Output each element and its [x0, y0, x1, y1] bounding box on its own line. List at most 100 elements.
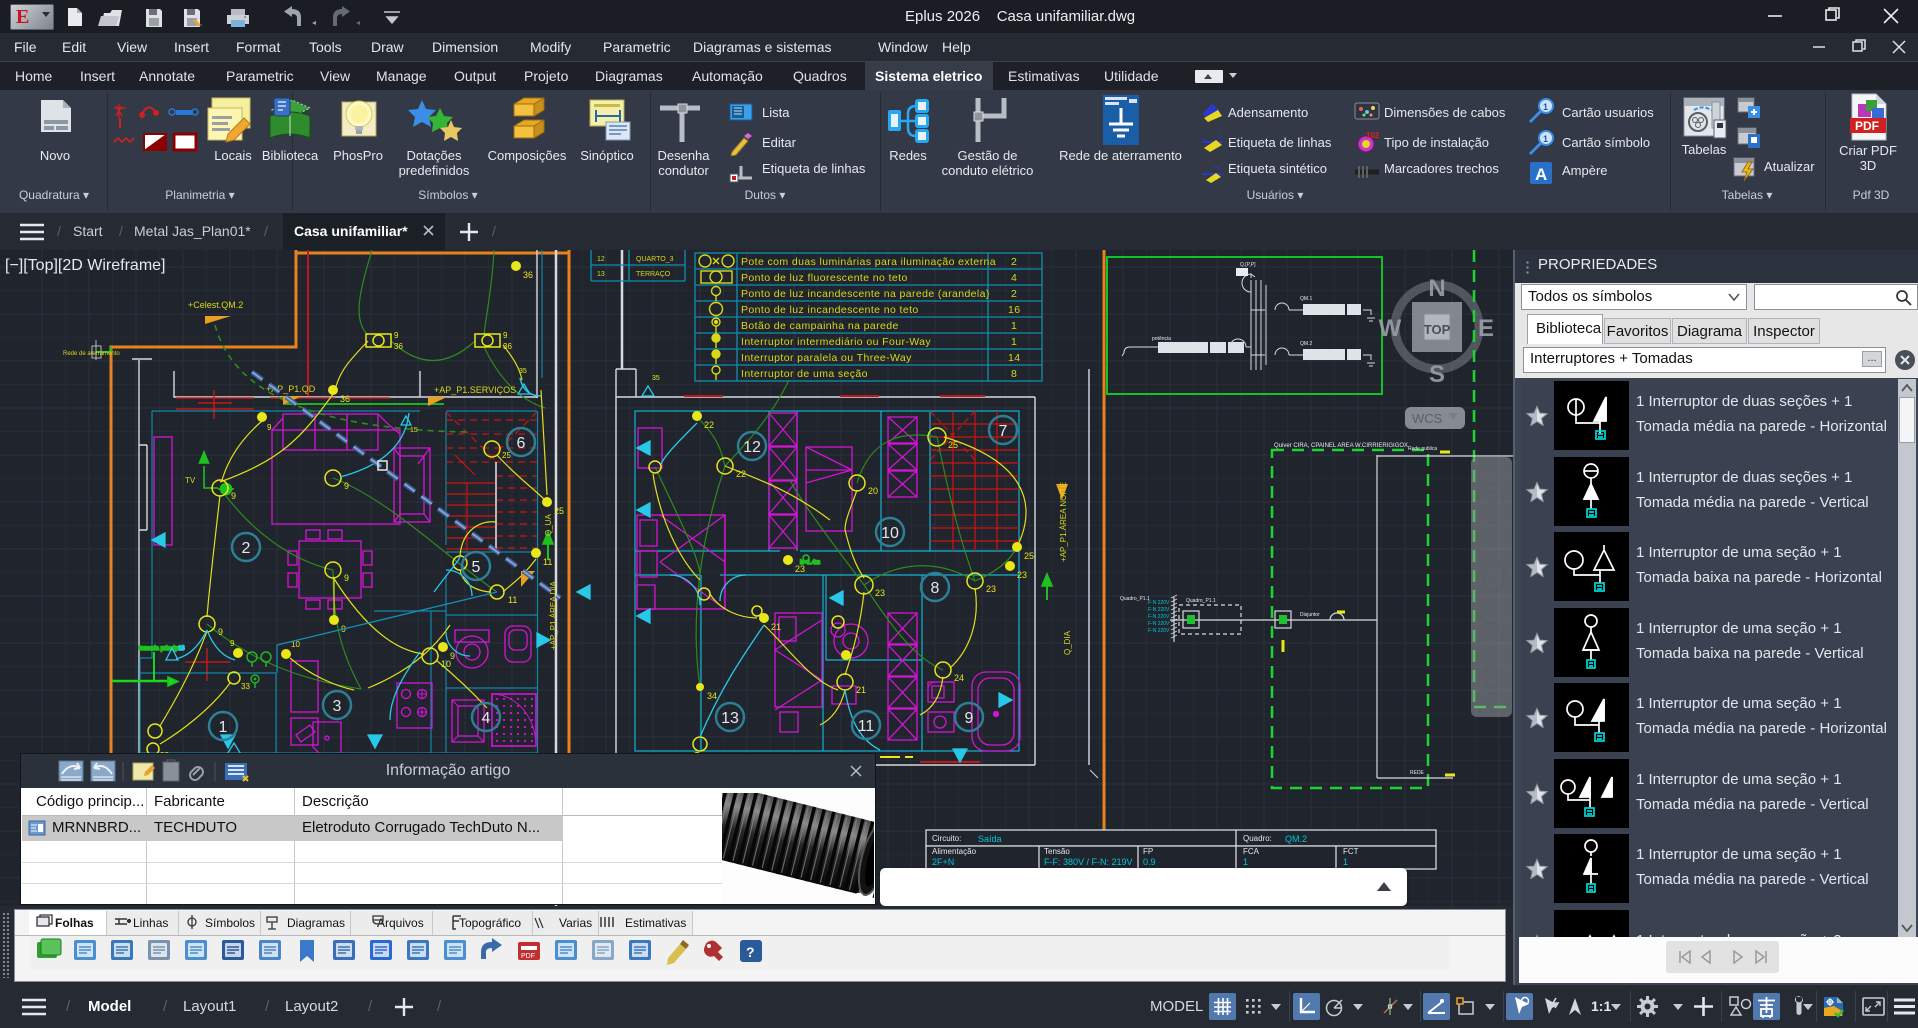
svg-text:TERRAÇO: TERRAÇO: [636, 271, 671, 278]
svg-text:9: 9: [965, 710, 974, 727]
svg-text:1: 1: [1011, 336, 1017, 348]
svg-text:Pote com duas luminárias p: Pote com duas luminárias para iluminação…: [741, 256, 996, 268]
svg-text:TOP: TOP: [1424, 322, 1451, 337]
svg-text:4: 4: [1011, 272, 1017, 284]
svg-text:TV: TV: [185, 476, 196, 485]
svg-text:9: 9: [231, 491, 236, 501]
svg-text:23: 23: [986, 584, 996, 594]
svg-text:Rede de aterramento: Rede de aterramento: [63, 351, 120, 357]
svg-text:34: 34: [707, 691, 717, 701]
svg-text:Quadro_P1.1: Quadro_P1.1: [1120, 596, 1150, 602]
svg-text:E: E: [1478, 315, 1494, 342]
svg-text:Rede publica: Rede publica: [1408, 446, 1437, 452]
svg-text:8: 8: [1011, 368, 1017, 380]
svg-text:33: 33: [241, 682, 250, 691]
svg-text:0.9: 0.9: [1143, 857, 1156, 867]
svg-text:1: 1: [1543, 134, 1548, 144]
svg-text:Botão de campainha na pare: Botão de campainha na parede: [741, 320, 899, 332]
svg-text:Ponto de luz fluorescente: Ponto de luz fluorescente no teto: [741, 272, 908, 284]
svg-text:25: 25: [554, 506, 564, 516]
svg-text:F-N 220V: F-N 220V: [1148, 607, 1170, 613]
svg-text:7: 7: [999, 423, 1008, 440]
svg-text:N: N: [1428, 275, 1445, 302]
svg-text:10: 10: [881, 525, 899, 542]
svg-text:15: 15: [410, 427, 418, 434]
svg-text:9: 9: [344, 573, 349, 583]
svg-text:Ponto de luz incandescente: Ponto de luz incandescente na parede (ar…: [741, 288, 990, 300]
svg-text:16: 16: [1008, 304, 1020, 316]
svg-text:23: 23: [795, 564, 805, 574]
svg-text:+AP_P1.SERVIÇOS: +AP_P1.SERVIÇOS: [434, 385, 516, 395]
svg-text:Quadro_P1.1: Quadro_P1.1: [1186, 598, 1216, 604]
svg-text:25: 25: [948, 440, 958, 450]
svg-text:23: 23: [875, 588, 885, 598]
svg-text:+AP_P1.ÁREA NOITE: +AP_P1.ÁREA NOITE: [1059, 482, 1068, 562]
svg-text:FP: FP: [1143, 847, 1153, 856]
svg-text:14: 14: [1008, 352, 1020, 364]
svg-text:Q_DIA: Q_DIA: [1063, 630, 1072, 655]
svg-text:9: 9: [394, 331, 399, 340]
svg-text:8: 8: [931, 580, 940, 597]
svg-text:9: 9: [267, 423, 272, 432]
svg-text:36: 36: [503, 342, 512, 351]
svg-text:23: 23: [1017, 570, 1027, 580]
svg-text:tomada principal: tomada principal: [139, 646, 183, 652]
svg-text:35: 35: [519, 368, 527, 375]
svg-text:2: 2: [242, 540, 251, 557]
svg-text:1: 1: [1011, 320, 1017, 332]
svg-text:13: 13: [597, 271, 605, 278]
svg-text:PDF: PDF: [1855, 119, 1879, 133]
svg-text:36: 36: [523, 270, 533, 280]
svg-text:1: 1: [1343, 857, 1348, 867]
svg-text:9: 9: [344, 481, 349, 491]
svg-text:Saída: Saída: [978, 834, 1002, 844]
svg-text:11: 11: [858, 718, 875, 735]
svg-text:22: 22: [704, 420, 714, 430]
svg-text:2F+N: 2F+N: [932, 857, 954, 867]
svg-text:PDF: PDF: [521, 953, 535, 960]
svg-text:9: 9: [218, 627, 223, 637]
svg-text:REDE: REDE: [1410, 770, 1425, 776]
svg-text:potência: potência: [1152, 336, 1171, 342]
svg-text:1: 1: [1243, 857, 1248, 867]
svg-text:21: 21: [856, 685, 866, 695]
svg-text:+Celest.QM.2: +Celest.QM.2: [188, 300, 243, 310]
svg-text:2: 2: [1011, 256, 1017, 268]
svg-text:Quadro:: Quadro:: [1243, 834, 1272, 843]
svg-text:Interruptor paralela ou Thr: Interruptor paralela ou Three-Way: [741, 352, 912, 364]
svg-text:QM.2: QM.2: [1300, 341, 1312, 347]
svg-text:35: 35: [652, 375, 660, 382]
svg-text:9: 9: [230, 639, 235, 648]
svg-text:QUARTO_3: QUARTO_3: [636, 256, 674, 263]
svg-text:Circuito:: Circuito:: [932, 834, 961, 843]
svg-text:Ponto de luz incandescente: Ponto de luz incandescente no teto: [741, 304, 919, 316]
svg-text:W: W: [1379, 315, 1402, 342]
svg-text:5: 5: [472, 559, 481, 576]
svg-text:F-F: 380V / F-N: 219V: F-F: 380V / F-N: 219V: [1044, 857, 1133, 867]
svg-text:Alimentação: Alimentação: [932, 847, 977, 856]
svg-text:F-N 220V: F-N 220V: [1148, 614, 1170, 620]
svg-text:Q_UA: Q_UA: [544, 514, 553, 536]
svg-text:QM.1: QM.1: [1300, 296, 1312, 302]
svg-text:11: 11: [508, 595, 517, 605]
svg-text:F-N 220V: F-N 220V: [1148, 600, 1170, 606]
svg-text:11: 11: [543, 557, 552, 567]
svg-text:Q.[P,P]: Q.[P,P]: [1240, 262, 1256, 268]
svg-text:Quiver CIRA, CPAINEL AREA W.CI: Quiver CIRA, CPAINEL AREA W.CIRRIERIGIGO…: [1274, 443, 1408, 449]
svg-text:4: 4: [482, 710, 491, 727]
svg-text:22: 22: [736, 469, 746, 479]
svg-text:QM.2: QM.2: [1285, 834, 1307, 844]
svg-text:13: 13: [178, 646, 185, 652]
svg-text:25: 25: [1024, 551, 1034, 561]
svg-text:1: 1: [1543, 102, 1548, 112]
svg-text:?: ?: [746, 944, 755, 960]
svg-text:A: A: [1535, 165, 1547, 184]
svg-text:FCT: FCT: [1343, 847, 1359, 856]
svg-text:Interruptor de uma seção: Interruptor de uma seção: [741, 368, 868, 380]
svg-text:3: 3: [333, 698, 342, 715]
svg-text:24: 24: [954, 673, 964, 683]
svg-text:Tensão: Tensão: [1044, 847, 1070, 856]
svg-text:6: 6: [517, 435, 526, 452]
svg-text:9: 9: [503, 331, 508, 340]
svg-text:WCS: WCS: [1412, 411, 1443, 426]
